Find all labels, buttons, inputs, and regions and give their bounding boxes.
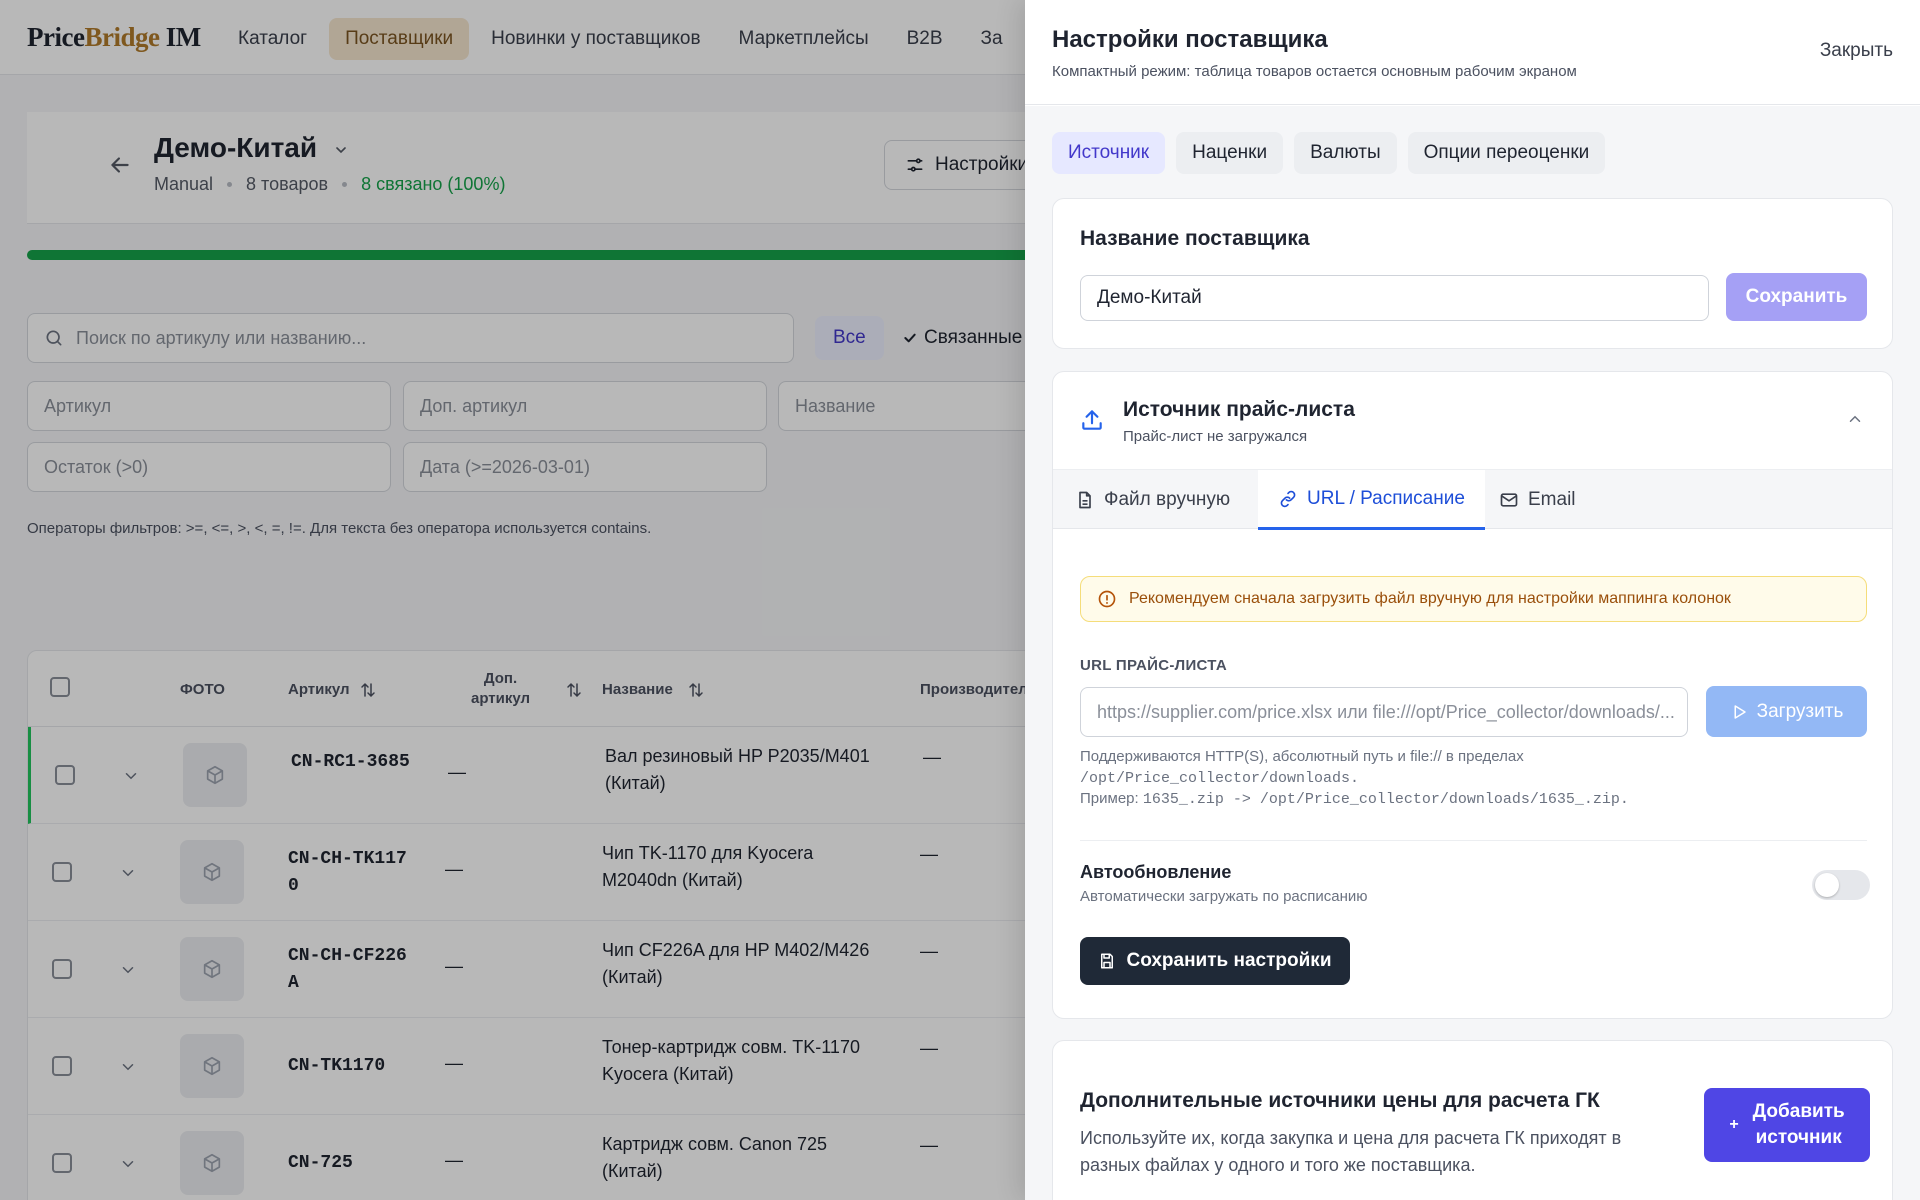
add-source-button[interactable]: + Добавить источник <box>1704 1088 1870 1162</box>
link-icon <box>1280 490 1296 507</box>
price-url-label: URL ПРАЙС-ЛИСТА <box>1080 657 1227 674</box>
play-icon <box>1734 704 1746 719</box>
tab-markups[interactable]: Наценки <box>1176 132 1284 174</box>
subtab-manual-file[interactable]: Файл вручную <box>1075 470 1230 530</box>
drawer-header: Настройки поставщика Компактный режим: т… <box>1025 0 1920 105</box>
auto-update-title: Автообновление <box>1080 862 1232 882</box>
plus-icon: + <box>1729 1116 1739 1133</box>
mapping-warning: Рекомендуем сначала загрузить файл вручн… <box>1080 576 1867 622</box>
chevron-up-icon[interactable] <box>1846 410 1864 428</box>
save-name-button[interactable]: Сохранить <box>1726 273 1867 321</box>
tab-reprice-options[interactable]: Опции переоценки <box>1407 132 1606 174</box>
price-source-card: Источник прайс-листа Прайс-лист не загру… <box>1052 371 1893 1019</box>
supplier-settings-drawer: Настройки поставщика Компактный режим: т… <box>1025 0 1920 1200</box>
extra-sources-subtitle: Используйте их, когда закупка и цена для… <box>1080 1128 1622 1175</box>
upload-icon <box>1082 410 1102 430</box>
file-icon <box>1079 491 1091 509</box>
drawer-body: Источник Наценки Валюты Опции переоценки… <box>1025 106 1920 1200</box>
save-icon <box>1101 953 1114 969</box>
auto-update-toggle[interactable] <box>1812 870 1870 900</box>
subtab-email[interactable]: Email <box>1499 470 1576 530</box>
supplier-name-input[interactable] <box>1080 275 1709 321</box>
close-button[interactable]: Закрыть <box>1820 40 1893 62</box>
drawer-subtitle: Компактный режим: таблица товаров остает… <box>1052 63 1577 80</box>
tab-source[interactable]: Источник <box>1052 132 1166 174</box>
subtab-url-schedule[interactable]: URL / Расписание <box>1258 470 1485 530</box>
price-source-status: Прайс-лист не загружался <box>1123 428 1308 445</box>
settings-tabs: Источник Наценки Валюты Опции переоценки <box>1052 132 1606 174</box>
supplier-name-card: Название поставщика Сохранить <box>1052 198 1893 349</box>
price-url-input[interactable] <box>1080 687 1688 737</box>
auto-update-subtitle: Автоматически загружать по расписанию <box>1080 888 1368 905</box>
drawer-title: Настройки поставщика <box>1052 26 1328 53</box>
tab-currencies[interactable]: Валюты <box>1294 132 1397 174</box>
url-example-hint: Пример: 1635_.zip -> /opt/Price_collecto… <box>1080 790 1629 808</box>
url-support-hint: Поддерживаются HTTP(S), абсолютный путь … <box>1080 748 1524 787</box>
source-subtabs: Файл вручную URL / Расписание Email <box>1053 469 1892 530</box>
extra-price-sources-card: Дополнительные источники цены для расчет… <box>1052 1040 1893 1200</box>
price-source-title: Источник прайс-листа <box>1123 398 1355 421</box>
mail-icon <box>1500 493 1518 507</box>
divider <box>1080 840 1867 841</box>
alert-circle-icon <box>1098 590 1116 608</box>
load-button[interactable]: Загрузить <box>1706 686 1867 737</box>
save-settings-button[interactable]: Сохранить настройки <box>1080 937 1350 985</box>
toggle-knob <box>1815 873 1839 897</box>
supplier-name-label: Название поставщика <box>1080 227 1310 250</box>
extra-sources-title: Дополнительные источники цены для расчет… <box>1080 1089 1600 1112</box>
